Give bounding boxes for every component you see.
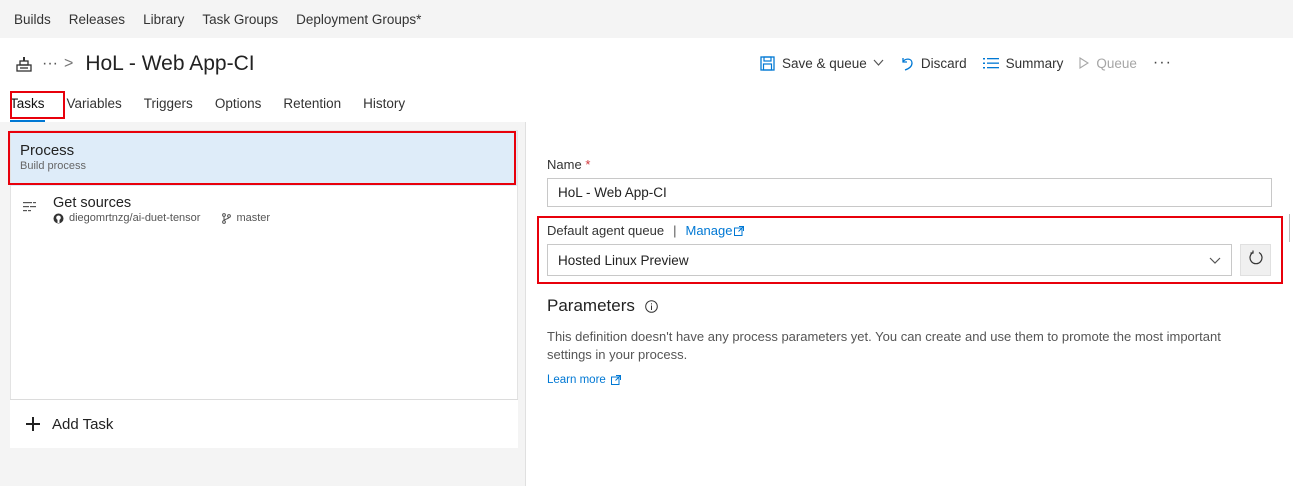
save-queue-label: Save & queue <box>782 55 867 71</box>
breadcrumb-more-button[interactable]: ··· <box>42 55 58 73</box>
save-queue-button[interactable]: Save & queue <box>760 56 884 71</box>
sources-repo: diegomrtnzg/ai-duet-tensor <box>69 212 201 224</box>
chevron-down-icon <box>1209 257 1221 264</box>
tab-options[interactable]: Options <box>215 92 262 122</box>
parameters-description: This definition doesn't have any process… <box>547 329 1221 362</box>
external-link-icon <box>734 225 745 236</box>
branch-icon <box>222 212 232 224</box>
undo-icon <box>900 56 914 71</box>
page-title: HoL - Web App-CI <box>85 52 255 75</box>
tab-bar: Tasks Variables Triggers Options Retenti… <box>10 92 427 122</box>
sources-meta: diegomrtnzg/ai-duet-tensor master <box>53 212 270 224</box>
list-icon <box>982 57 999 70</box>
process-subtitle: Build process <box>20 160 87 172</box>
required-mark: * <box>585 157 591 172</box>
discard-label: Discard <box>920 55 967 71</box>
breadcrumb-chevron-icon: > <box>63 55 74 72</box>
save-icon <box>760 55 775 71</box>
sources-list-icon <box>23 201 41 235</box>
parameters-heading: Parameters <box>547 296 658 316</box>
external-link-icon <box>610 375 621 385</box>
agent-queue-select[interactable]: Hosted Linux Preview <box>547 244 1232 276</box>
top-nav: Builds Releases Library Task Groups Depl… <box>0 0 1293 38</box>
nav-library[interactable]: Library <box>143 12 184 27</box>
sources-branch: master <box>222 212 270 224</box>
nav-deployment-groups[interactable]: Deployment Groups* <box>296 12 421 27</box>
breadcrumb: ··· > HoL - Web App-CI <box>16 52 255 76</box>
chevron-down-icon[interactable] <box>873 57 884 69</box>
add-task-label: Add Task <box>52 415 114 433</box>
get-sources-title: Get sources <box>53 195 132 211</box>
refresh-icon <box>1248 250 1264 271</box>
tab-tasks[interactable]: Tasks <box>10 92 45 122</box>
branch-name: master <box>236 212 271 224</box>
info-icon[interactable] <box>645 299 658 313</box>
summary-label: Summary <box>1005 55 1064 71</box>
name-label: Name * <box>547 157 591 172</box>
more-actions-button[interactable]: ··· <box>1153 54 1172 72</box>
github-icon <box>53 213 64 224</box>
tab-triggers[interactable]: Triggers <box>144 92 193 122</box>
discard-button[interactable]: Discard <box>900 56 967 71</box>
tab-retention[interactable]: Retention <box>283 92 341 122</box>
nav-builds[interactable]: Builds <box>14 12 51 27</box>
toolbar: Save & queue Discard Summary Queue ··· <box>760 54 1172 72</box>
summary-button[interactable]: Summary <box>982 55 1064 71</box>
process-settings-panel: Name * Default agent queue | Manage Host… <box>526 122 1293 486</box>
tab-variables[interactable]: Variables <box>67 92 122 122</box>
nav-releases[interactable]: Releases <box>69 12 125 27</box>
process-item[interactable]: Process Build process <box>11 131 517 186</box>
label-separator: | <box>673 223 677 238</box>
play-icon <box>1079 57 1090 69</box>
tab-history[interactable]: History <box>363 92 405 122</box>
learn-more-link[interactable]: Learn more <box>547 374 621 386</box>
nav-task-groups[interactable]: Task Groups <box>202 12 278 27</box>
process-title: Process <box>20 142 75 159</box>
refresh-queue-button[interactable] <box>1240 244 1271 276</box>
panel-resize-handle[interactable] <box>1289 214 1293 242</box>
queue-button[interactable]: Queue <box>1079 56 1137 71</box>
left-panel: Process Build process Get sources diegom… <box>0 122 525 486</box>
manage-link[interactable]: Manage <box>686 223 745 238</box>
title-row: ··· > HoL - Web App-CI Save & queue Disc… <box>0 38 1293 90</box>
agent-queue-value: Hosted Linux Preview <box>558 252 689 268</box>
queue-label: Queue <box>1096 55 1137 71</box>
name-field[interactable] <box>547 178 1272 207</box>
plus-icon <box>26 413 40 435</box>
add-task-button[interactable]: Add Task <box>10 399 518 448</box>
agent-queue-label: Default agent queue | Manage <box>547 223 745 238</box>
get-sources-item[interactable]: Get sources diegomrtnzg/ai-duet-tensor m… <box>11 195 517 235</box>
agent-queue-label-text: Default agent queue <box>547 223 665 238</box>
build-pipeline-icon <box>16 56 32 72</box>
